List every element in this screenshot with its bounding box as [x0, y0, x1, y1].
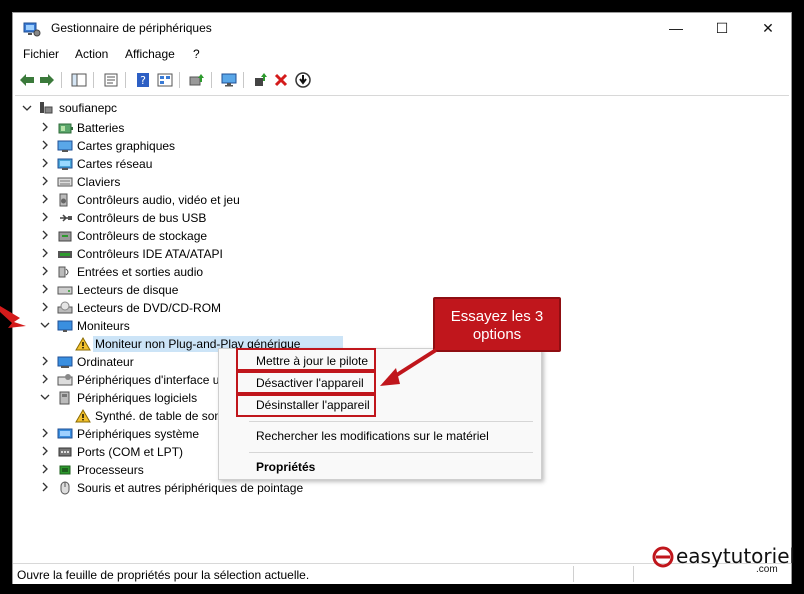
red-pointer-arrow [0, 306, 26, 328]
callout-arrow-head [380, 368, 400, 386]
brand-tld: .com [756, 564, 778, 575]
annotation-arrows [0, 306, 438, 386]
easytutoriel-logo: easytutoriel .com [652, 540, 795, 575]
brand-logo-icon [652, 546, 674, 568]
